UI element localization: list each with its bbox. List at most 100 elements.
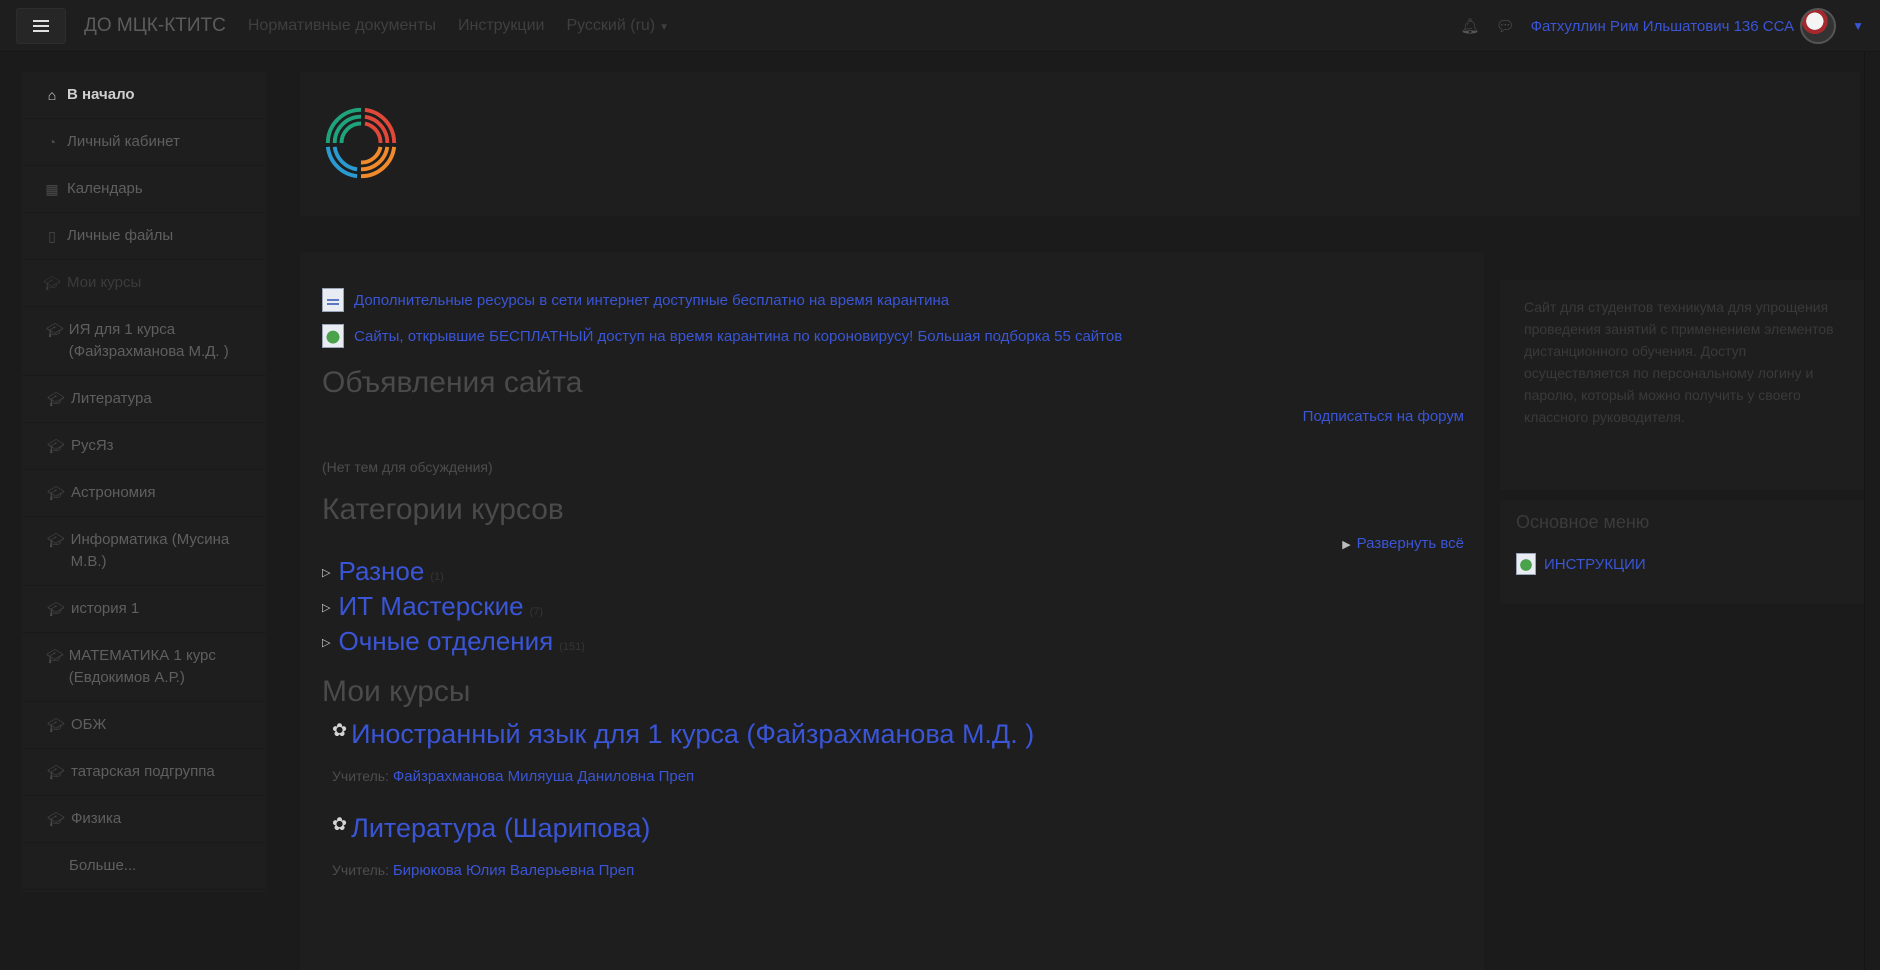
sidebar-item-label: Астрономия xyxy=(71,484,156,501)
main-menu-item[interactable]: ИНСТРУКЦИИ xyxy=(1516,553,1848,575)
sidebar-item-calendar[interactable]: ▦ Календарь xyxy=(22,166,266,213)
caret-right-icon: ▶ xyxy=(1342,539,1351,551)
category-item[interactable]: ▷ Разное (1) xyxy=(322,556,1464,587)
category-count: (7) xyxy=(529,606,544,618)
teacher-label: Учитель: xyxy=(332,768,389,784)
file-icon: ▯ xyxy=(48,228,56,244)
top-navbar: ДО МЦК-КТИТС Нормативные документы Инстр… xyxy=(0,0,1880,52)
graduation-cap-icon: 🎓︎ xyxy=(47,811,65,827)
sidebar-course-item[interactable]: 🎓︎ история 1 xyxy=(22,586,266,633)
sidebar-item-label: РусЯз xyxy=(71,437,114,454)
site-brand[interactable]: ДО МЦК-КТИТС xyxy=(84,15,226,37)
graduation-cap-icon: 🎓︎ xyxy=(47,717,65,733)
course-title[interactable]: ✿ Иностранный язык для 1 курса (Файзрахм… xyxy=(332,719,1464,750)
teacher-link[interactable]: Бирюкова Юлия Валерьевна Преп xyxy=(393,862,634,879)
language-selector[interactable]: Русский (ru) ▼ xyxy=(566,17,669,35)
site-logo xyxy=(325,107,397,179)
main-menu-item-label[interactable]: ИНСТРУКЦИИ xyxy=(1544,556,1646,573)
course-teacher: Учитель: Бирюкова Юлия Валерьевна Преп xyxy=(332,862,1464,879)
main-menu-title: Основное меню xyxy=(1516,512,1650,532)
graduation-cap-icon: 🎓︎ xyxy=(47,764,65,780)
site-description-block: Сайт для студентов техникума для упрощен… xyxy=(1500,280,1864,490)
sidebar-item-label: МАТЕМАТИКА 1 курс (Евдокимов А.Р.) xyxy=(68,647,216,686)
sidebar-item-label: татарская подгруппа xyxy=(71,763,215,780)
sidebar-item-label: Личный кабинет xyxy=(67,133,180,150)
my-courses-heading: Мои курсы xyxy=(322,675,471,708)
nav-link-instructions[interactable]: Инструкции xyxy=(458,17,544,35)
course-title-text[interactable]: Иностранный язык для 1 курса (Файзрахман… xyxy=(351,719,1034,750)
category-name[interactable]: Очные отделения xyxy=(338,626,553,657)
course-icon: ✿ xyxy=(332,720,348,740)
graduation-cap-icon: 🎓︎ xyxy=(47,438,65,454)
course-title-text[interactable]: Литература (Шарипова) xyxy=(351,813,650,844)
category-name[interactable]: ИТ Мастерские xyxy=(338,591,523,622)
category-item[interactable]: ▷ ИТ Мастерские (7) xyxy=(322,591,1464,622)
category-item[interactable]: ▷ Очные отделения (151) xyxy=(322,626,1464,657)
sidebar-item-label: Мои курсы xyxy=(67,274,142,291)
sidebar-item-label: ОБЖ xyxy=(71,716,107,733)
sidebar-course-item[interactable]: 🎓︎ МАТЕМАТИКА 1 курс (Евдокимов А.Р.) xyxy=(22,633,266,702)
hamburger-icon xyxy=(33,19,49,32)
sidebar-item-label: ИЯ для 1 курса (Файзрахманова М.Д. ) xyxy=(68,321,229,360)
document-icon xyxy=(322,288,344,312)
sidebar-course-item[interactable]: 🎓︎ Информатика (Мусина М.В.) xyxy=(22,517,266,586)
caret-right-icon[interactable]: ▷ xyxy=(322,566,330,579)
graduation-cap-icon: 🎓︎ xyxy=(46,532,65,548)
course-card: ✿ Литература (Шарипова) Учитель: Бирюков… xyxy=(332,813,1464,879)
sidebar-course-item[interactable]: 🎓︎ Физика xyxy=(22,796,266,843)
graduation-cap-icon: 🎓︎ xyxy=(47,391,65,407)
announcements-heading: Объявления сайта xyxy=(322,366,583,399)
sidebar-item-home[interactable]: ⌂ В начало xyxy=(22,72,266,119)
avatar[interactable] xyxy=(1800,8,1837,44)
subscribe-forum-link[interactable]: Подписаться на форум xyxy=(322,408,1464,425)
caret-right-icon[interactable]: ▷ xyxy=(322,601,330,614)
course-teacher: Учитель: Файзрахманова Миляуша Даниловна… xyxy=(332,768,1464,785)
sidebar-course-item[interactable]: 🎓︎ ИЯ для 1 курса (Файзрахманова М.Д. ) xyxy=(22,307,266,376)
sidebar-item-more[interactable]: Больше... xyxy=(22,843,266,890)
categories-heading: Категории курсов xyxy=(322,493,564,526)
sidebar-course-item[interactable]: 🎓︎ татарская подгруппа xyxy=(22,749,266,796)
course-title[interactable]: ✿ Литература (Шарипова) xyxy=(332,813,1464,844)
scrollbar[interactable] xyxy=(1864,52,1880,970)
resource-item[interactable]: Дополнительные ресурсы в сети интернет д… xyxy=(322,288,1464,312)
user-name[interactable]: Фатхуллин Рим Ильшатович 136 ССА xyxy=(1531,18,1794,35)
expand-all-label: Развернуть всё xyxy=(1356,535,1464,552)
sidebar-item-label: Литература xyxy=(71,390,152,407)
caret-right-icon[interactable]: ▷ xyxy=(322,636,330,649)
category-name[interactable]: Разное xyxy=(338,556,424,587)
web-link-icon xyxy=(1516,553,1536,575)
sidebar-item-label: Личные файлы xyxy=(67,227,174,244)
sidebar-course-item[interactable]: 🎓︎ Литература xyxy=(22,376,266,423)
caret-down-icon: ▼ xyxy=(659,21,670,33)
graduation-cap-icon: 🎓︎ xyxy=(46,648,64,664)
course-icon: ✿ xyxy=(332,814,348,834)
resource-item[interactable]: Сайты, открывшие БЕСПЛАТНЫЙ доступ на вр… xyxy=(322,324,1464,348)
sidebar-nav: ⌂ В начало ◔ Личный кабинет ▦ Календарь ▯ Ли… xyxy=(22,72,266,892)
category-count: (1) xyxy=(430,571,444,583)
site-description: Сайт для студентов техникума для упрощен… xyxy=(1524,299,1834,425)
course-card: ✿ Иностранный язык для 1 курса (Файзрахм… xyxy=(332,719,1464,785)
sidebar-item-dashboard[interactable]: ◔ Личный кабинет xyxy=(22,119,266,166)
sidebar-course-item[interactable]: 🎓︎ РусЯз xyxy=(22,423,266,470)
no-topics-text: (Нет тем для обсуждения) xyxy=(322,459,493,475)
graduation-cap-icon: 🎓︎ xyxy=(47,601,65,617)
menu-toggle-button[interactable] xyxy=(16,7,66,44)
sidebar-item-label: В начало xyxy=(67,86,135,103)
graduation-cap-icon: 🎓︎ xyxy=(46,322,64,338)
expand-all-link[interactable]: ▶ Развернуть всё xyxy=(322,535,1464,552)
page-header xyxy=(300,72,1860,216)
bell-icon[interactable]: 🔔︎ xyxy=(1461,17,1480,35)
sidebar-item-private-files[interactable]: ▯ Личные файлы xyxy=(22,213,266,260)
resource-link[interactable]: Дополнительные ресурсы в сети интернет д… xyxy=(354,292,949,309)
chat-icon[interactable]: 💬︎ xyxy=(1496,17,1515,35)
nav-link-documents[interactable]: Нормативные документы xyxy=(248,17,436,35)
calendar-icon: ▦ xyxy=(45,181,59,197)
teacher-link[interactable]: Файзрахманова Миляуша Даниловна Преп xyxy=(393,768,694,785)
resource-link[interactable]: Сайты, открывшие БЕСПЛАТНЫЙ доступ на вр… xyxy=(354,328,1122,345)
sidebar-item-label: Информатика (Мусина М.В.) xyxy=(70,531,230,570)
sidebar-course-item[interactable]: 🎓︎ Астрономия xyxy=(22,470,266,517)
caret-down-icon[interactable]: ▼ xyxy=(1852,19,1864,33)
graduation-cap-icon: 🎓︎ xyxy=(47,485,65,501)
home-icon: ⌂ xyxy=(47,87,57,103)
sidebar-course-item[interactable]: 🎓︎ ОБЖ xyxy=(22,702,266,749)
